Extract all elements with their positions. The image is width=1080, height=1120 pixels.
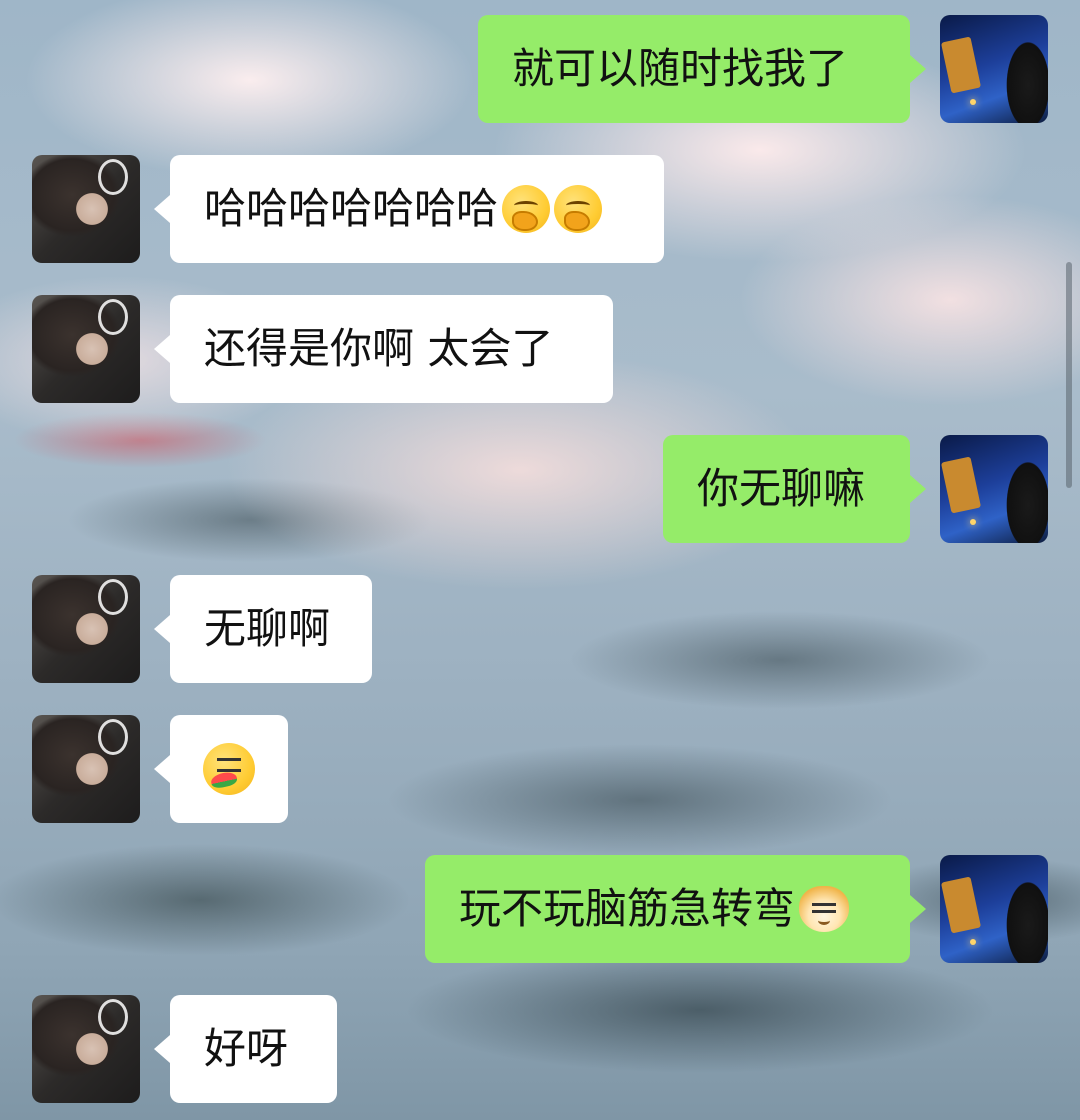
received-bubble[interactable]	[154, 715, 288, 823]
message-row-received	[32, 715, 288, 823]
sent-bubble[interactable]: 就可以随时找我了	[478, 15, 926, 123]
friend-avatar[interactable]	[32, 995, 140, 1103]
message-row-received: 好呀	[32, 995, 337, 1103]
friend-avatar[interactable]	[32, 575, 140, 683]
scrollbar[interactable]	[1066, 262, 1072, 488]
my-avatar[interactable]	[940, 15, 1048, 123]
message-text: 哈哈哈哈哈哈哈	[204, 184, 499, 233]
sent-bubble[interactable]: 玩不玩脑筋急转弯	[425, 855, 926, 963]
received-bubble[interactable]: 还得是你啊 太会了	[154, 295, 613, 403]
message-text: 你无聊嘛	[697, 464, 866, 513]
doge-emoji-icon	[799, 886, 850, 932]
received-bubble[interactable]: 无聊啊	[154, 575, 372, 683]
eating-watermelon-emoji-icon	[203, 743, 255, 795]
friend-avatar[interactable]	[32, 155, 140, 263]
received-bubble[interactable]: 好呀	[154, 995, 337, 1103]
message-text: 好呀	[204, 1024, 289, 1073]
message-text: 玩不玩脑筋急转弯	[459, 884, 796, 933]
received-bubble[interactable]: 哈哈哈哈哈哈哈	[154, 155, 664, 263]
message-text: 还得是你啊 太会了	[204, 324, 554, 373]
face-with-hand-over-mouth-emoji-icon	[502, 185, 551, 233]
message-row-sent: 你无聊嘛	[663, 435, 1048, 543]
my-avatar[interactable]	[940, 855, 1048, 963]
message-text: 就可以随时找我了	[512, 44, 849, 93]
message-row-received: 无聊啊	[32, 575, 372, 683]
message-row-sent: 就可以随时找我了	[478, 15, 1048, 123]
sent-bubble[interactable]: 你无聊嘛	[663, 435, 926, 543]
message-row-received: 哈哈哈哈哈哈哈	[32, 155, 664, 263]
my-avatar[interactable]	[940, 435, 1048, 543]
message-text: 无聊啊	[204, 604, 331, 653]
message-row-received: 还得是你啊 太会了	[32, 295, 613, 403]
friend-avatar[interactable]	[32, 715, 140, 823]
friend-avatar[interactable]	[32, 295, 140, 403]
message-row-sent: 玩不玩脑筋急转弯	[425, 855, 1048, 963]
face-with-hand-over-mouth-emoji-icon	[554, 185, 603, 233]
